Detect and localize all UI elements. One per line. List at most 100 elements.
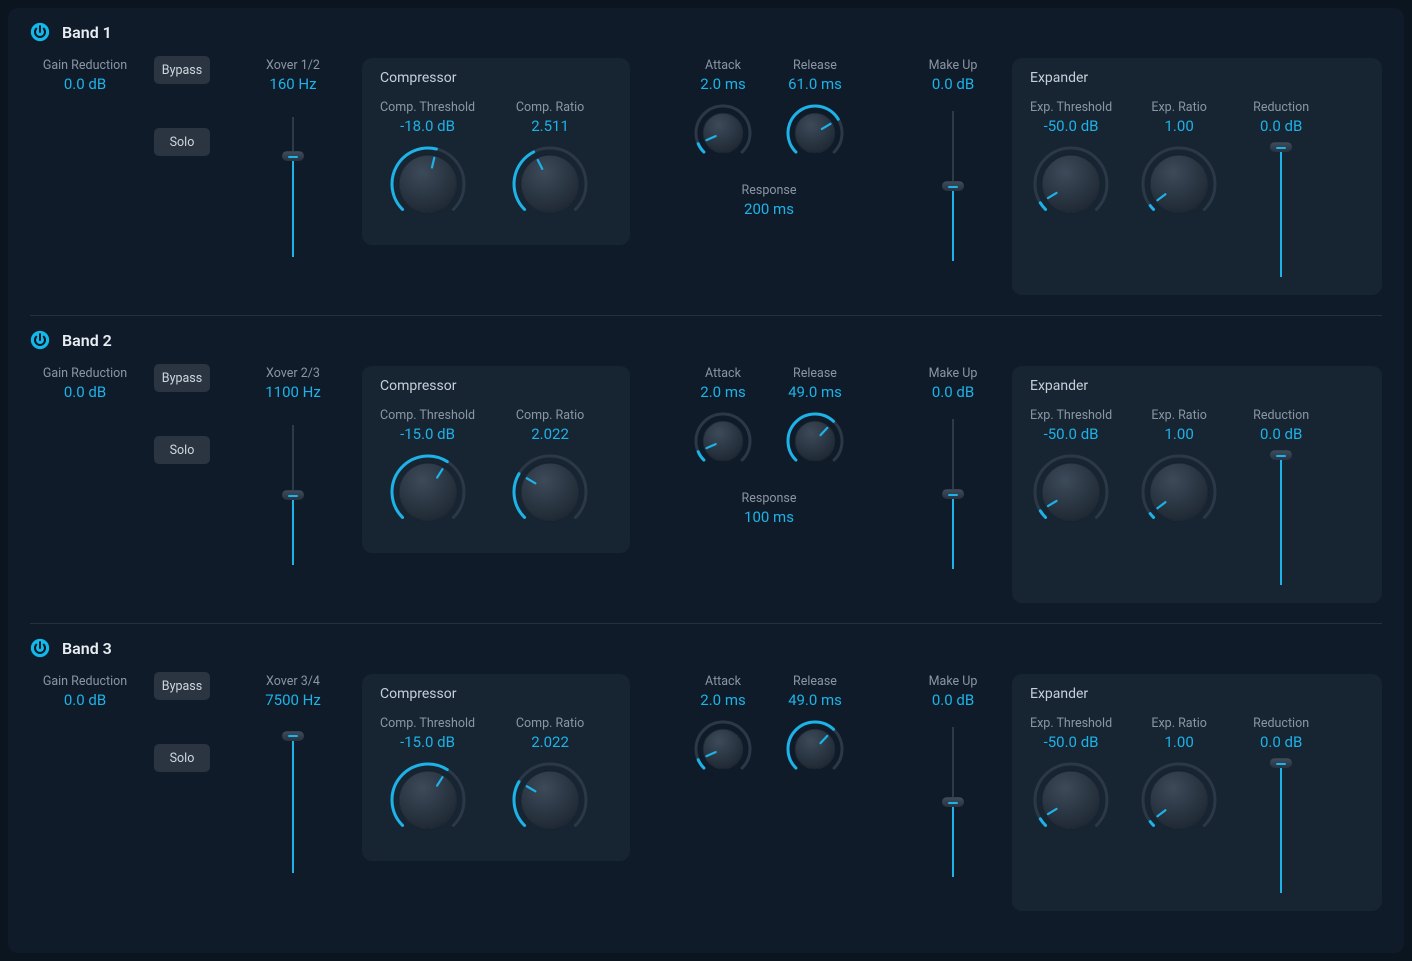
xover-value: 1100 Hz (265, 383, 321, 401)
attack-knob[interactable] (693, 411, 753, 475)
expander-section: Expander Exp. Threshold -50.0 dB Exp. Ra… (1012, 674, 1382, 911)
gain-reduction-value: 0.0 dB (30, 383, 140, 401)
vertical-slider[interactable] (943, 111, 963, 261)
compressor-section: Compressor Comp. Threshold -15.0 dB Comp… (362, 366, 630, 553)
release-value: 49.0 ms (788, 691, 842, 709)
reduction-label: Reduction (1253, 408, 1309, 423)
power-icon[interactable] (30, 22, 50, 42)
exp-threshold-value: -50.0 dB (1044, 117, 1099, 135)
xover-label: Xover 1/2 (266, 58, 320, 73)
comp-ratio-label: Comp. Ratio (516, 716, 584, 731)
expander-title: Expander (1030, 378, 1364, 394)
xover-label: Xover 2/3 (266, 366, 320, 381)
gain-reduction-label: Gain Reduction (30, 366, 140, 381)
exp-threshold-label: Exp. Threshold (1030, 100, 1112, 115)
power-icon[interactable] (30, 330, 50, 350)
band-1: Band 1 Gain Reduction 0.0 dB Bypass Solo… (30, 22, 1382, 315)
vertical-slider[interactable] (1271, 147, 1291, 277)
band-3: Band 3 Gain Reduction 0.0 dB Bypass Solo… (30, 623, 1382, 931)
solo-button[interactable]: Solo (154, 128, 210, 156)
attack-knob[interactable] (693, 719, 753, 783)
gain-reduction-value: 0.0 dB (30, 691, 140, 709)
vertical-slider[interactable] (1271, 455, 1291, 585)
release-label: Release (793, 674, 837, 689)
expander-title: Expander (1030, 686, 1364, 702)
bypass-button[interactable]: Bypass (154, 56, 210, 84)
release-label: Release (793, 58, 837, 73)
attack-label: Attack (705, 58, 741, 73)
vertical-slider[interactable] (943, 727, 963, 877)
comp-ratio-value: 2.022 (531, 733, 569, 751)
solo-button[interactable]: Solo (154, 436, 210, 464)
attack-knob[interactable] (693, 103, 753, 167)
bypass-button[interactable]: Bypass (154, 672, 210, 700)
makeup-value: 0.0 dB (932, 75, 974, 93)
release-knob[interactable] (785, 103, 845, 167)
exp-threshold-value: -50.0 dB (1044, 733, 1099, 751)
xover-value: 160 Hz (269, 75, 316, 93)
exp-threshold-knob[interactable] (1032, 761, 1110, 843)
band-title: Band 3 (62, 639, 112, 658)
xover-label: Xover 3/4 (266, 674, 320, 689)
expander-title: Expander (1030, 70, 1364, 86)
comp-ratio-knob[interactable] (511, 453, 589, 535)
exp-ratio-label: Exp. Ratio (1151, 716, 1206, 731)
power-icon[interactable] (30, 638, 50, 658)
compressor-section: Compressor Comp. Threshold -18.0 dB Comp… (362, 58, 630, 245)
compressor-section: Compressor Comp. Threshold -15.0 dB Comp… (362, 674, 630, 861)
exp-threshold-label: Exp. Threshold (1030, 716, 1112, 731)
exp-threshold-knob[interactable] (1032, 145, 1110, 227)
comp-ratio-value: 2.511 (531, 117, 569, 135)
gain-reduction-label: Gain Reduction (30, 58, 140, 73)
vertical-slider[interactable] (283, 425, 303, 565)
vertical-slider[interactable] (943, 419, 963, 569)
compressor-title: Compressor (380, 686, 612, 702)
attack-value: 2.0 ms (700, 75, 745, 93)
comp-threshold-label: Comp. Threshold (380, 408, 475, 423)
exp-threshold-knob[interactable] (1032, 453, 1110, 535)
exp-ratio-label: Exp. Ratio (1151, 408, 1206, 423)
gain-reduction-label: Gain Reduction (30, 674, 140, 689)
comp-ratio-knob[interactable] (511, 145, 589, 227)
makeup-label: Make Up (929, 674, 978, 689)
xover-value: 7500 Hz (265, 691, 321, 709)
vertical-slider[interactable] (283, 117, 303, 257)
makeup-label: Make Up (929, 58, 978, 73)
exp-ratio-value: 1.00 (1165, 117, 1194, 135)
band-title: Band 1 (62, 23, 112, 42)
comp-ratio-label: Comp. Ratio (516, 100, 584, 115)
vertical-slider[interactable] (1271, 763, 1291, 893)
solo-button[interactable]: Solo (154, 744, 210, 772)
comp-threshold-label: Comp. Threshold (380, 716, 475, 731)
comp-threshold-knob[interactable] (389, 145, 467, 227)
comp-threshold-knob[interactable] (389, 453, 467, 535)
comp-ratio-value: 2.022 (531, 425, 569, 443)
comp-ratio-label: Comp. Ratio (516, 408, 584, 423)
makeup-value: 0.0 dB (932, 383, 974, 401)
exp-ratio-label: Exp. Ratio (1151, 100, 1206, 115)
exp-ratio-knob[interactable] (1140, 145, 1218, 227)
attack-label: Attack (705, 366, 741, 381)
comp-threshold-knob[interactable] (389, 761, 467, 843)
exp-ratio-knob[interactable] (1140, 761, 1218, 843)
bypass-button[interactable]: Bypass (154, 364, 210, 392)
band-title: Band 2 (62, 331, 112, 350)
attack-label: Attack (705, 674, 741, 689)
response-value: 200 ms (742, 200, 797, 218)
vertical-slider[interactable] (283, 733, 303, 873)
response-value: 100 ms (742, 508, 797, 526)
response-label: Response (742, 183, 797, 198)
band-2: Band 2 Gain Reduction 0.0 dB Bypass Solo… (30, 315, 1382, 623)
exp-ratio-knob[interactable] (1140, 453, 1218, 535)
gain-reduction-value: 0.0 dB (30, 75, 140, 93)
release-knob[interactable] (785, 719, 845, 783)
expander-section: Expander Exp. Threshold -50.0 dB Exp. Ra… (1012, 366, 1382, 603)
comp-ratio-knob[interactable] (511, 761, 589, 843)
makeup-label: Make Up (929, 366, 978, 381)
compressor-title: Compressor (380, 378, 612, 394)
comp-threshold-value: -15.0 dB (400, 733, 455, 751)
release-knob[interactable] (785, 411, 845, 475)
attack-value: 2.0 ms (700, 383, 745, 401)
reduction-value: 0.0 dB (1260, 733, 1302, 751)
release-label: Release (793, 366, 837, 381)
